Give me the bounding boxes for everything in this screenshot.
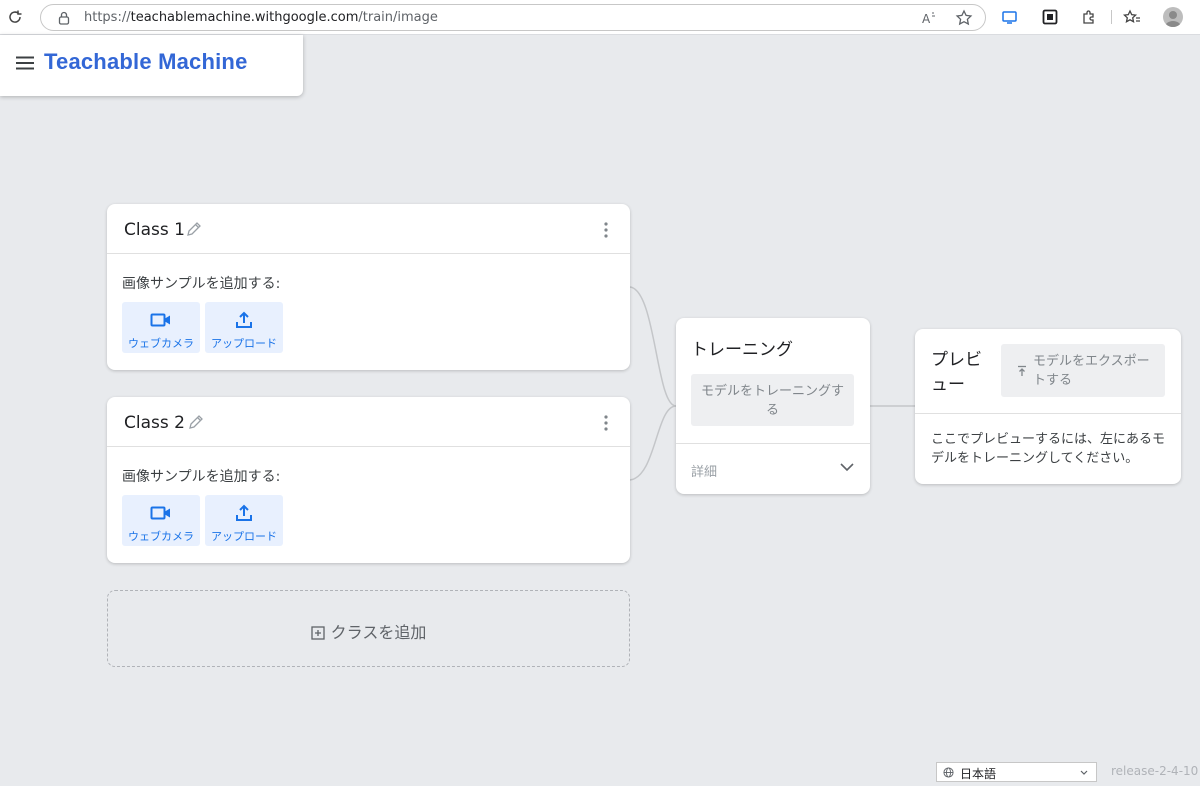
video-camera-icon [150, 506, 170, 520]
cast-icon[interactable] [1001, 8, 1019, 26]
address-bar[interactable]: https://teachablemachine.withgoogle.com/… [40, 4, 986, 31]
add-samples-label: 画像サンプルを追加する: [122, 276, 281, 292]
preview-title: プレビュー [931, 350, 982, 395]
advanced-details-label[interactable]: 詳細 [691, 461, 717, 480]
profile-avatar[interactable] [1163, 7, 1183, 27]
globe-icon [943, 767, 954, 778]
edit-pencil-icon[interactable] [187, 413, 205, 431]
extensions-icon[interactable] [1080, 8, 1098, 26]
webcam-button-label: ウェブカメラ [128, 337, 194, 350]
release-version: release-2-4-10 [1111, 764, 1199, 778]
export-model-button[interactable]: モデルをエクスポートする [1001, 344, 1165, 397]
chevron-down-icon[interactable] [840, 462, 854, 472]
divider [915, 413, 1181, 414]
upload-button[interactable]: アップロード [205, 302, 283, 353]
divider [676, 443, 870, 444]
language-select-value: 日本語 [960, 767, 997, 781]
toolbar-separator [1111, 10, 1112, 24]
upload-icon [236, 311, 252, 328]
svg-text:A: A [922, 12, 931, 26]
webcam-button-label: ウェブカメラ [128, 530, 194, 543]
add-samples-label: 画像サンプルを追加する: [122, 469, 281, 485]
edit-pencil-icon[interactable] [185, 220, 203, 238]
class-card-2: Class 2 画像サンプルを追加する: ウェブカメラ アップロード [107, 397, 630, 563]
tab-action-icon[interactable] [1041, 8, 1059, 26]
export-button-label: モデルをエクスポートする [1033, 354, 1150, 388]
training-title: トレーニング [691, 340, 793, 360]
add-class-button[interactable]: クラスを追加 [107, 590, 630, 667]
upload-button-label: アップロード [211, 530, 277, 543]
class-name[interactable]: Class 1 [124, 220, 185, 240]
more-options-icon[interactable] [604, 222, 608, 238]
hamburger-menu-icon[interactable] [16, 56, 34, 70]
reload-icon[interactable] [5, 7, 25, 27]
read-aloud-icon[interactable]: A [921, 10, 937, 26]
webcam-button[interactable]: ウェブカメラ [122, 495, 200, 546]
add-class-label: クラスを追加 [330, 623, 427, 642]
preview-card: プレビュー モデルをエクスポートする ここでプレビューするには、左にあるモデルを… [915, 329, 1181, 484]
class-card-1: Class 1 画像サンプルを追加する: ウェブカメラ アップロード [107, 204, 630, 370]
favorite-star-icon[interactable] [955, 9, 973, 27]
favorites-icon[interactable] [1123, 8, 1141, 26]
connector-class2-training [629, 405, 677, 481]
upload-icon [236, 504, 252, 521]
upload-icon [1018, 365, 1026, 376]
app-title[interactable]: Teachable Machine [44, 49, 248, 75]
chevron-down-icon [1080, 770, 1088, 775]
url-text[interactable]: https://teachablemachine.withgoogle.com/… [84, 10, 438, 25]
webcam-button[interactable]: ウェブカメラ [122, 302, 200, 353]
upload-button[interactable]: アップロード [205, 495, 283, 546]
video-camera-icon [150, 313, 170, 327]
upload-button-label: アップロード [211, 337, 277, 350]
preview-placeholder-message: ここでプレビューするには、左にあるモデルをトレーニングしてください。 [931, 432, 1166, 466]
browser-toolbar: https://teachablemachine.withgoogle.com/… [0, 0, 1200, 35]
app-header: Teachable Machine [0, 35, 303, 96]
training-card: トレーニング モデルをトレーニングする 詳細 [676, 318, 870, 494]
class-card-header: Class 1 [107, 204, 630, 254]
lock-icon[interactable] [56, 10, 72, 26]
add-box-icon [311, 626, 325, 640]
class-name[interactable]: Class 2 [124, 413, 185, 433]
more-options-icon[interactable] [604, 415, 608, 431]
language-select[interactable]: 日本語 [936, 762, 1097, 782]
train-model-button[interactable]: モデルをトレーニングする [691, 374, 854, 426]
class-card-header: Class 2 [107, 397, 630, 447]
connector-class1-training [629, 286, 677, 407]
